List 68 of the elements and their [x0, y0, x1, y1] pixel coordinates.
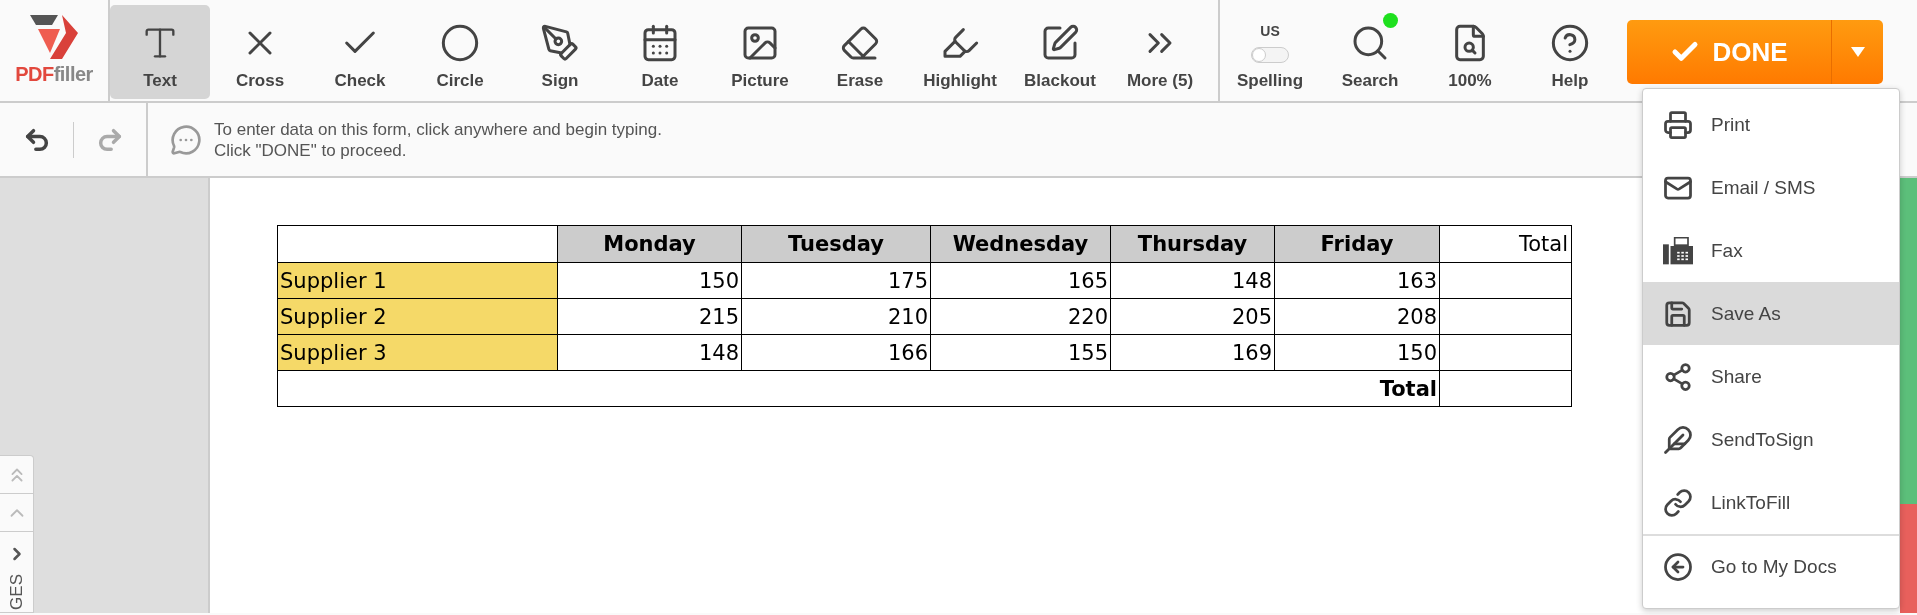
help-icon — [1550, 23, 1590, 63]
menu-item[interactable]: LinkToFill — [1643, 471, 1899, 534]
feather-icon — [1663, 424, 1693, 455]
table-cell: 163 — [1274, 262, 1440, 299]
table-cell: 148 — [1110, 262, 1275, 299]
logo-text: PDFfiller — [15, 63, 93, 86]
table-cell: 148 — [557, 334, 742, 371]
pages-tab[interactable]: GES — [0, 532, 33, 612]
supplier-cell: Supplier 1 — [277, 262, 558, 299]
table-cell: 205 — [1110, 298, 1275, 335]
tool-button[interactable]: Date — [610, 5, 710, 99]
header-cell: Total — [1439, 225, 1572, 263]
share-icon — [1663, 361, 1693, 392]
table-cell: 169 — [1110, 334, 1275, 371]
table-cell: 210 — [741, 298, 931, 335]
header-cell: Thursday — [1110, 225, 1275, 263]
supplier-cell: Supplier 3 — [277, 334, 558, 371]
tool-button[interactable]: Text — [110, 5, 210, 99]
side-tab[interactable] — [1900, 504, 1917, 613]
fax-icon — [1663, 236, 1693, 265]
menu-item[interactable]: SendToSign — [1643, 408, 1899, 471]
tool-button[interactable]: More (5) — [1110, 5, 1210, 99]
table-cell: 166 — [741, 334, 931, 371]
tool-button[interactable]: Picture — [710, 5, 810, 99]
tool-button[interactable]: Sign — [510, 5, 610, 99]
chat-bubble-icon — [170, 123, 202, 156]
menu-item[interactable]: Go to My Docs — [1643, 534, 1899, 597]
logo-icon — [30, 15, 78, 59]
menu-item[interactable]: Fax — [1643, 219, 1899, 282]
search-button[interactable]: Search — [1320, 5, 1420, 99]
spelling-label: Spelling — [1236, 71, 1304, 91]
tool-button[interactable]: Cross — [210, 5, 310, 99]
link-icon — [1663, 487, 1693, 518]
spelling-button[interactable]: US Spelling — [1220, 5, 1320, 99]
tool-button[interactable]: Erase — [810, 5, 910, 99]
table-cell: 215 — [557, 298, 742, 335]
header-cell: Monday — [557, 225, 742, 263]
tool-button[interactable]: Blackout — [1010, 5, 1110, 99]
pages-label: GES — [6, 574, 27, 610]
total-label-cell: Total — [277, 370, 1440, 407]
hint-text: To enter data on this form, click anywhere and begin typing. Click "DONE" to proceed. — [214, 118, 662, 161]
tool-button[interactable]: Circle — [410, 5, 510, 99]
circle-icon — [440, 23, 480, 63]
caret-icon — [1850, 47, 1865, 57]
table-cell: 175 — [741, 262, 931, 299]
menu-item[interactable]: Print — [1643, 93, 1899, 156]
supplier-cell: Supplier 2 — [277, 298, 558, 335]
header-cell: Wednesday — [930, 225, 1111, 263]
zoom-button[interactable]: 100% — [1420, 5, 1520, 99]
table-cell: 150 — [557, 262, 742, 299]
table-cell: 220 — [930, 298, 1111, 335]
language-label: US — [1260, 23, 1280, 39]
header-cell: Tuesday — [741, 225, 931, 263]
tool-button[interactable]: Highlight — [910, 5, 1010, 99]
table-cell: 165 — [930, 262, 1111, 299]
table-cell: 150 — [1274, 334, 1440, 371]
menu-item[interactable]: Email / SMS — [1643, 156, 1899, 219]
menu-item[interactable]: Save As — [1643, 282, 1899, 345]
printer-icon — [1663, 109, 1693, 140]
pen-icon — [540, 23, 580, 63]
table-cell: 155 — [930, 334, 1111, 371]
help-button[interactable]: Help — [1520, 5, 1620, 99]
table-cell: 208 — [1274, 298, 1440, 335]
side-tab[interactable] — [1900, 178, 1917, 505]
header-cell: Friday — [1274, 225, 1440, 263]
spelling-toggle[interactable] — [1251, 47, 1289, 63]
menu-item[interactable]: Share — [1643, 345, 1899, 408]
tool-button[interactable]: Check — [310, 5, 410, 99]
